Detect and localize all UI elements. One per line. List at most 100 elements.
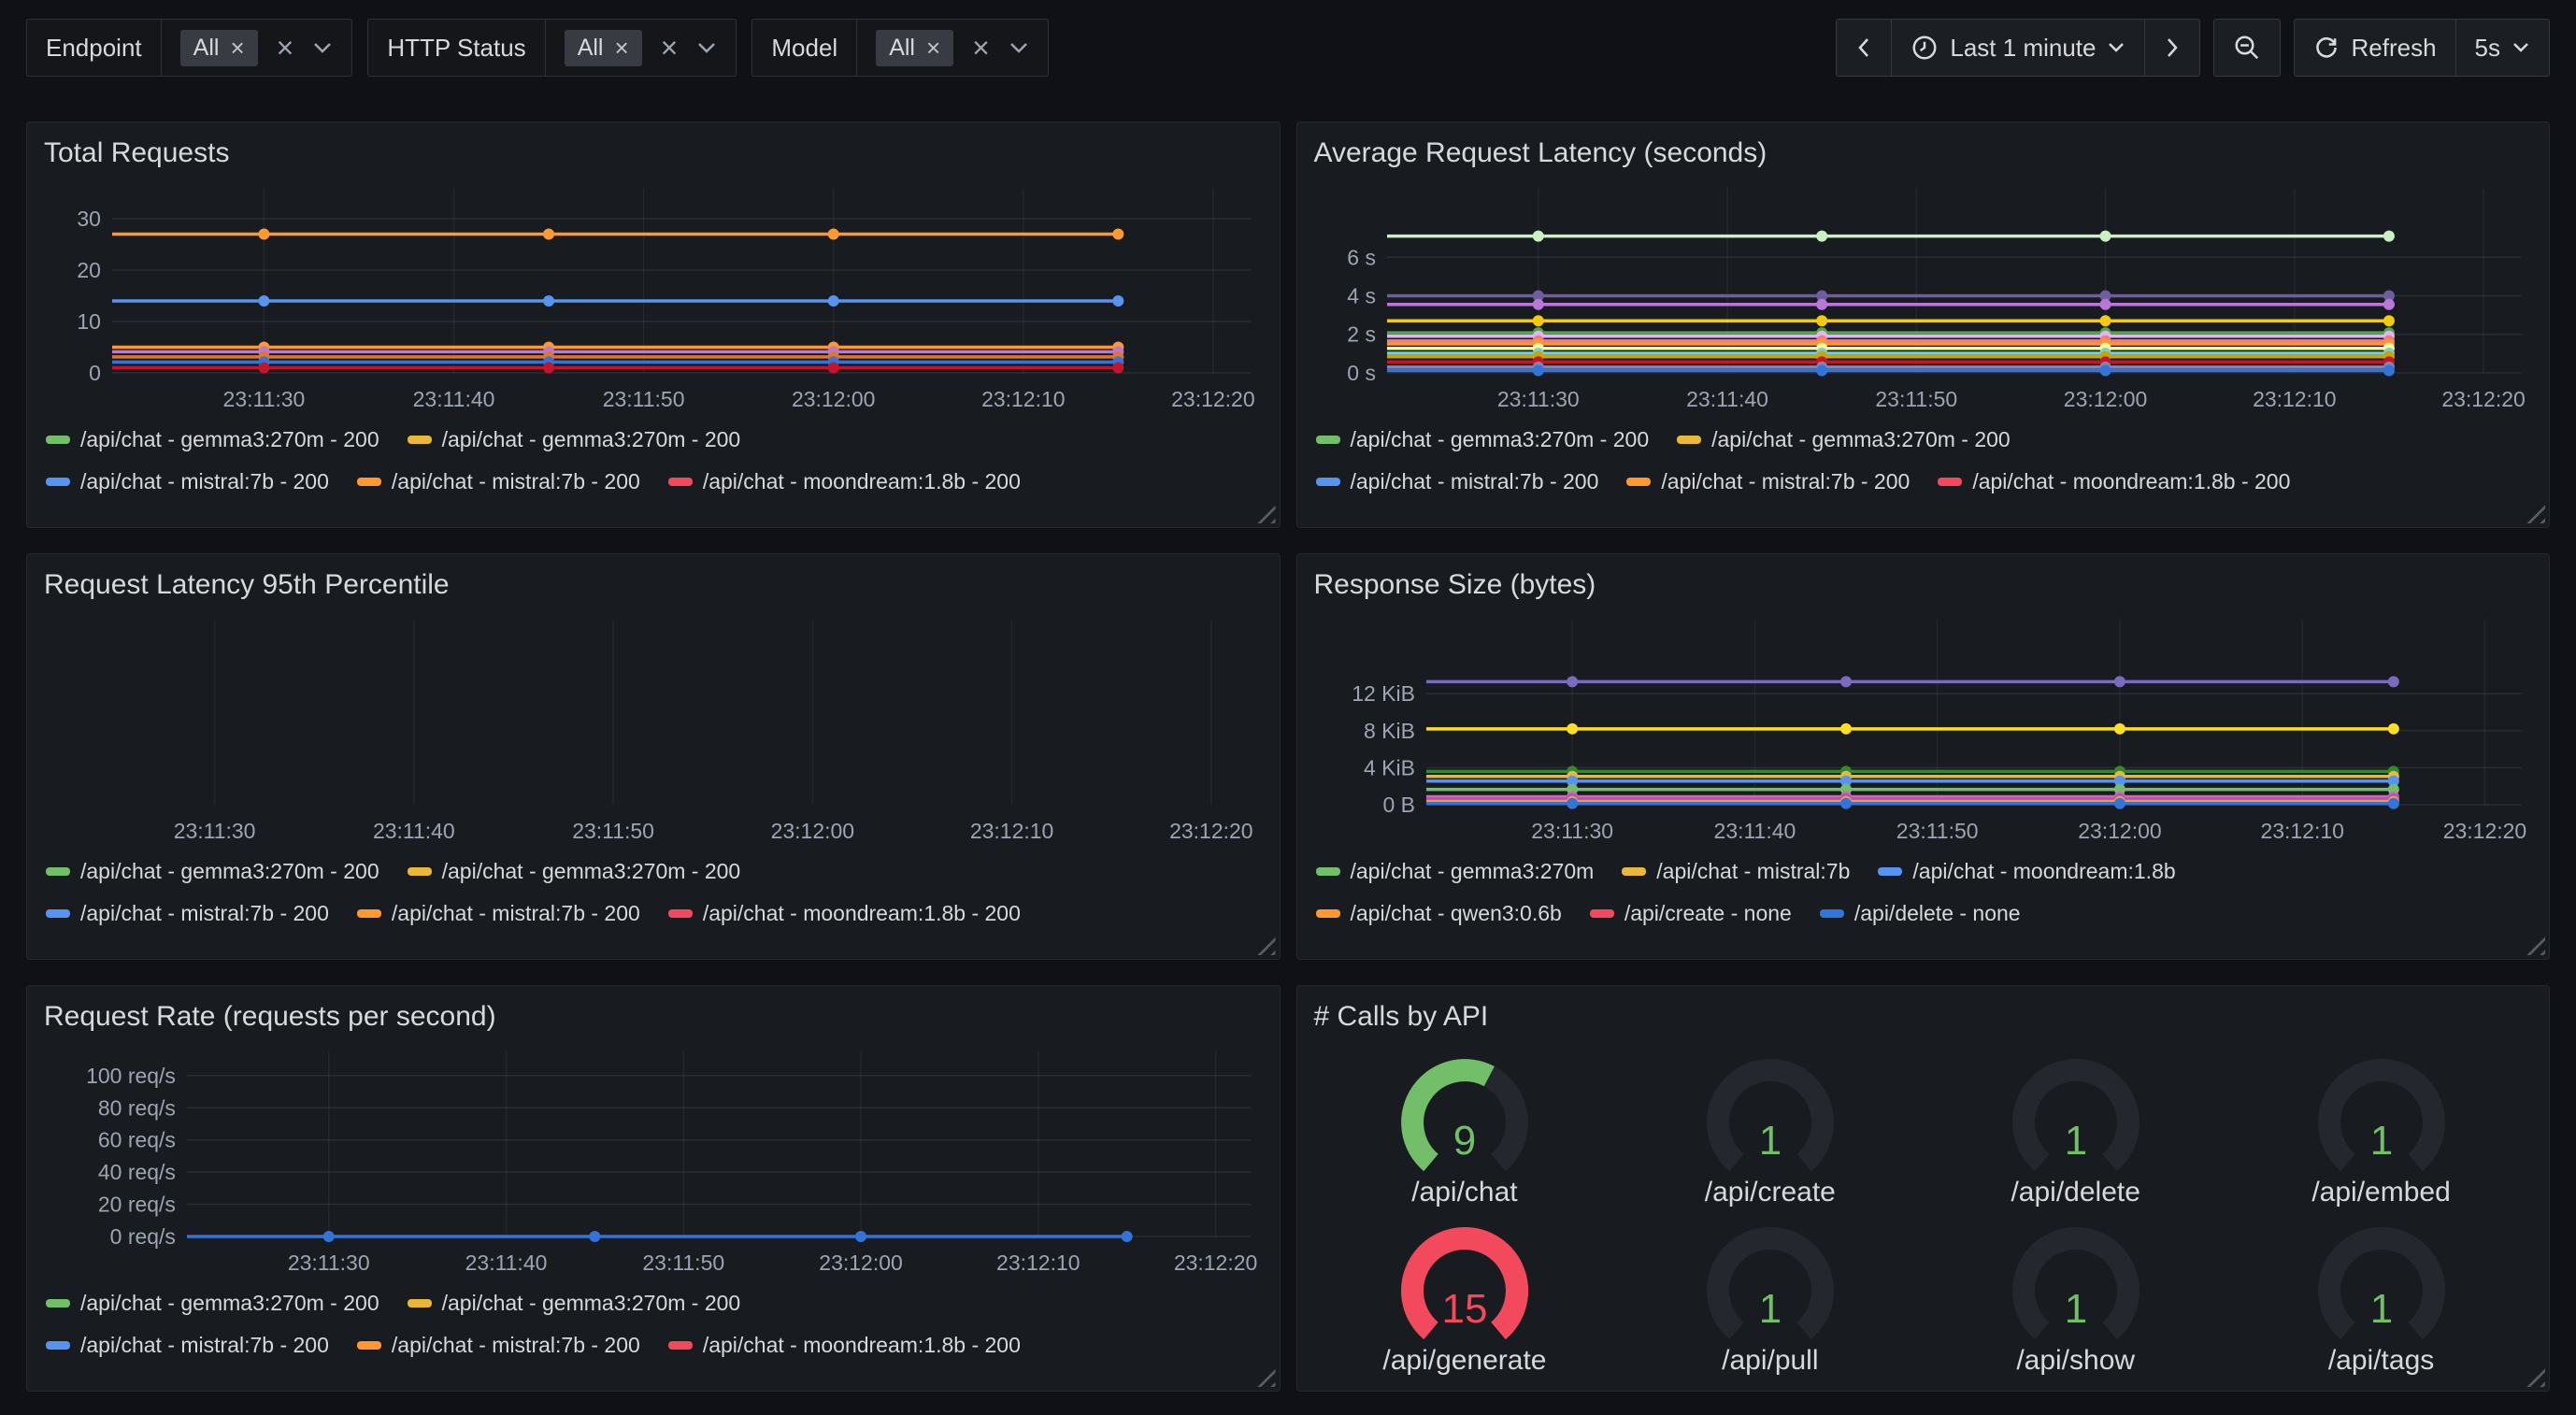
- legend-item[interactable]: /api/chat - mistral:7b - 200: [46, 469, 329, 494]
- legend-row: /api/chat - mistral:7b - 200/api/chat - …: [1316, 469, 2535, 494]
- legend-color-chip: [408, 436, 432, 444]
- series-point: [1840, 798, 1852, 809]
- y-axis-tick: 6 s: [1347, 245, 1376, 269]
- chart-canvas-average-request-latency[interactable]: 23:11:3023:11:4023:11:5023:12:0023:12:10…: [1312, 179, 2535, 414]
- filter-endpoint[interactable]: Endpoint All × ×: [26, 19, 352, 77]
- legend-item[interactable]: /api/chat - moondream:1.8b - 200: [1938, 469, 2290, 494]
- legend-item[interactable]: /api/chat - mistral:7b - 200: [357, 1333, 640, 1358]
- legend-item[interactable]: /api/chat - mistral:7b - 200: [357, 469, 640, 494]
- legend-label: /api/chat - gemma3:270m: [1351, 859, 1595, 884]
- filter-http-status-value[interactable]: All × ×: [546, 20, 737, 76]
- filter-endpoint-value[interactable]: All × ×: [162, 20, 352, 76]
- legend-label: /api/chat - mistral:7b - 200: [392, 1333, 640, 1358]
- chevron-down-icon[interactable]: [1009, 41, 1029, 54]
- panel-title: Response Size (bytes): [1314, 569, 2535, 601]
- chart-canvas-request-latency-95th-percentile[interactable]: 23:11:3023:11:4023:11:5023:12:0023:12:10…: [42, 610, 1265, 846]
- panel-total-requests: Total Requests 23:11:3023:11:4023:11:502…: [26, 121, 1281, 528]
- legend-item[interactable]: /api/chat - moondream:1.8b - 200: [668, 469, 1021, 494]
- chevron-down-icon[interactable]: [696, 41, 717, 54]
- panel-resize-handle[interactable]: [2525, 935, 2545, 955]
- panel-title: Total Requests: [44, 137, 1265, 169]
- gauge-api-pull: 1/api/pull: [1617, 1218, 1923, 1377]
- legend-item[interactable]: /api/delete - none: [1820, 901, 2021, 926]
- gauge-arc: 1: [2302, 1218, 2461, 1343]
- legend-item[interactable]: /api/chat - mistral:7b - 200: [46, 1333, 329, 1358]
- legend-item[interactable]: /api/create - none: [1590, 901, 1792, 926]
- series-point: [1112, 295, 1123, 307]
- legend-item[interactable]: /api/chat - gemma3:270m: [1316, 859, 1595, 884]
- legend-item[interactable]: /api/chat - mistral:7b - 200: [1626, 469, 1910, 494]
- legend-row: /api/chat - gemma3:270m - 200/api/chat -…: [46, 1291, 1265, 1316]
- chevron-down-icon[interactable]: [312, 41, 333, 54]
- legend-item[interactable]: /api/chat - qwen3:0.6b: [1316, 901, 1562, 926]
- filter-selected-tag[interactable]: All ×: [876, 30, 953, 66]
- series-point: [1112, 362, 1123, 373]
- legend-item[interactable]: /api/chat - moondream:1.8b: [1878, 859, 2175, 884]
- series-point: [258, 295, 269, 307]
- refresh-interval-select[interactable]: 5s: [2455, 19, 2550, 77]
- gauge-label: /api/tags: [2328, 1345, 2434, 1377]
- filter-model[interactable]: Model All × ×: [751, 19, 1049, 77]
- zoom-out-button[interactable]: [2213, 19, 2281, 77]
- panel-request-latency-95th-percentile: Request Latency 95th Percentile 23:11:30…: [26, 553, 1281, 960]
- x-axis-tick: 23:11:40: [413, 387, 495, 411]
- filter-selected-tag[interactable]: All ×: [180, 30, 258, 66]
- legend-item[interactable]: /api/chat - gemma3:270m - 200: [46, 427, 379, 452]
- filter-selected-tag[interactable]: All ×: [565, 30, 642, 66]
- legend-item[interactable]: /api/chat - gemma3:270m - 200: [408, 1291, 741, 1316]
- chart-canvas-request-rate[interactable]: 23:11:3023:11:4023:11:5023:12:0023:12:10…: [42, 1042, 1265, 1278]
- dashboard: Total Requests 23:11:3023:11:4023:11:502…: [0, 121, 2576, 1392]
- legend-item[interactable]: /api/chat - gemma3:270m - 200: [46, 859, 379, 884]
- panel-resize-handle[interactable]: [1255, 1366, 1276, 1387]
- remove-tag-icon[interactable]: ×: [230, 36, 244, 60]
- filter-http-status[interactable]: HTTP Status All × ×: [367, 19, 737, 77]
- series-point: [543, 229, 554, 240]
- legend-item[interactable]: /api/chat - gemma3:270m - 200: [408, 859, 741, 884]
- chevron-down-icon: [2107, 42, 2125, 53]
- legend-item[interactable]: /api/chat - mistral:7b - 200: [46, 901, 329, 926]
- chart-legend: /api/chat - gemma3:270m - 200/api/chat -…: [42, 859, 1265, 926]
- legend-item[interactable]: /api/chat - gemma3:270m - 200: [46, 1291, 379, 1316]
- series-point: [1816, 364, 1827, 376]
- legend-label: /api/chat - moondream:1.8b: [1912, 859, 2175, 884]
- x-axis-tick: 23:12:10: [996, 1251, 1080, 1275]
- panel-response-size: Response Size (bytes) 23:11:3023:11:4023…: [1296, 553, 2551, 960]
- chart-canvas-total-requests[interactable]: 23:11:3023:11:4023:11:5023:12:0023:12:10…: [42, 179, 1265, 414]
- series-point: [1840, 676, 1852, 687]
- clear-filter-icon[interactable]: ×: [277, 33, 294, 63]
- series-point: [2387, 798, 2398, 809]
- filter-http-status-label: HTTP Status: [368, 20, 545, 76]
- panel-resize-handle[interactable]: [2525, 503, 2545, 523]
- y-axis-tick: 30: [77, 207, 101, 231]
- time-shift-back-button[interactable]: [1836, 19, 1892, 77]
- gauge-value: 15: [1441, 1286, 1487, 1332]
- gauge-arc: 1: [1691, 1218, 1850, 1343]
- time-range-picker[interactable]: Last 1 minute: [1891, 19, 2145, 77]
- remove-tag-icon[interactable]: ×: [926, 36, 940, 60]
- refresh-button[interactable]: Refresh: [2294, 19, 2455, 77]
- x-axis-tick: 23:12:00: [2063, 387, 2146, 411]
- time-shift-forward-button[interactable]: [2144, 19, 2200, 77]
- panel-resize-handle[interactable]: [1255, 935, 1276, 955]
- legend-item[interactable]: /api/chat - moondream:1.8b - 200: [668, 1333, 1021, 1358]
- filter-tag-text: All: [193, 35, 220, 62]
- remove-tag-icon[interactable]: ×: [614, 36, 628, 60]
- clear-filter-icon[interactable]: ×: [661, 33, 679, 63]
- legend-item[interactable]: /api/chat - gemma3:270m - 200: [1677, 427, 2011, 452]
- legend-item[interactable]: /api/chat - mistral:7b - 200: [357, 901, 640, 926]
- legend-label: /api/chat - gemma3:270m - 200: [442, 427, 741, 452]
- x-axis-tick: 23:11:30: [1531, 819, 1613, 843]
- legend-item[interactable]: /api/chat - gemma3:270m - 200: [408, 427, 741, 452]
- legend-item[interactable]: /api/chat - mistral:7b: [1622, 859, 1850, 884]
- panel-resize-handle[interactable]: [1255, 503, 1276, 523]
- time-controls: Last 1 minute Refresh 5: [1836, 19, 2550, 77]
- x-axis-tick: 23:12:00: [792, 387, 875, 411]
- legend-item[interactable]: /api/chat - mistral:7b - 200: [1316, 469, 1599, 494]
- chart-canvas-response-size[interactable]: 23:11:3023:11:4023:11:5023:12:0023:12:10…: [1312, 610, 2535, 846]
- legend-item[interactable]: /api/chat - gemma3:270m - 200: [1316, 427, 1650, 452]
- gauge-arc: 1: [1691, 1050, 1850, 1175]
- legend-item[interactable]: /api/chat - moondream:1.8b - 200: [668, 901, 1021, 926]
- clear-filter-icon[interactable]: ×: [972, 33, 990, 63]
- gauge-label: /api/chat: [1411, 1177, 1517, 1208]
- filter-model-value[interactable]: All × ×: [857, 20, 1048, 76]
